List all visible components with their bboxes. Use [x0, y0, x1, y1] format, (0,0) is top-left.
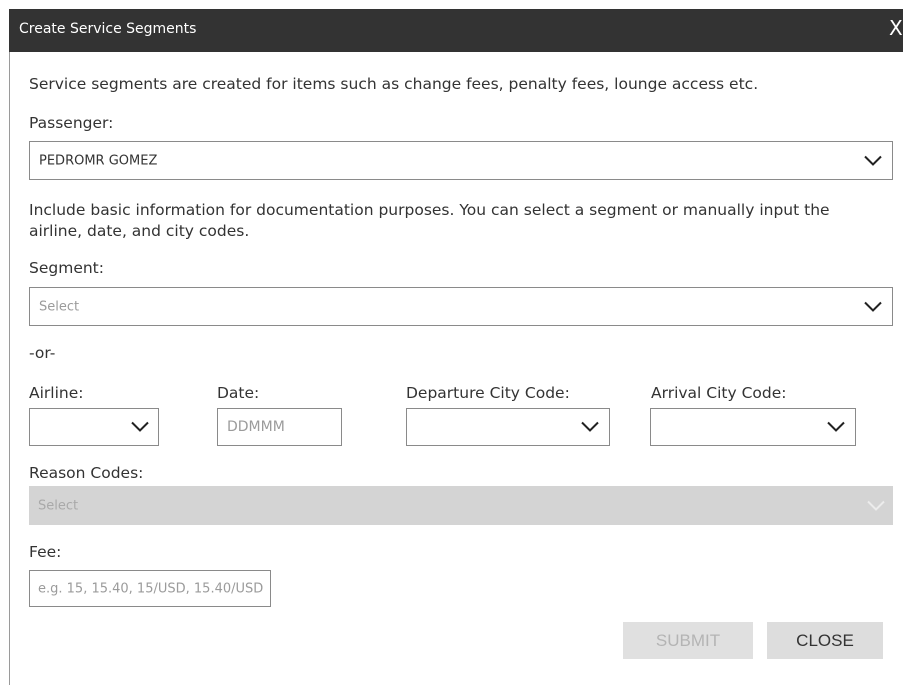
chevron-down-icon	[864, 301, 882, 312]
description-text: Include basic information for documentat…	[29, 201, 830, 240]
close-button[interactable]: CLOSE	[767, 622, 883, 659]
segment-placeholder: Select	[39, 299, 80, 314]
dialog-titlebar: Create Service Segments X	[9, 9, 903, 52]
passenger-value: PEDROMR GOMEZ	[39, 153, 158, 168]
chevron-down-icon	[581, 421, 599, 433]
segment-label: Segment:	[29, 259, 104, 277]
departure-label: Departure City Code:	[406, 384, 570, 402]
date-label: Date:	[217, 384, 260, 402]
chevron-down-icon	[864, 155, 882, 166]
reason-codes-placeholder: Select	[38, 498, 79, 513]
segment-select[interactable]: Select	[29, 287, 893, 326]
chevron-down-icon	[131, 421, 149, 433]
airline-label: Airline:	[29, 384, 84, 402]
airline-select[interactable]	[29, 408, 159, 446]
reason-codes-label: Reason Codes:	[29, 464, 144, 482]
fee-placeholder: e.g. 15, 15.40, 15/USD, 15.40/USD	[38, 581, 264, 596]
dialog-title: Create Service Segments	[19, 21, 197, 37]
submit-button[interactable]: SUBMIT	[623, 622, 753, 659]
or-divider: -or-	[29, 344, 56, 362]
departure-city-select[interactable]	[406, 408, 610, 446]
chevron-down-icon	[827, 421, 845, 433]
intro-text: Service segments are created for items s…	[29, 75, 759, 93]
fee-label: Fee:	[29, 543, 62, 561]
fee-input[interactable]: e.g. 15, 15.40, 15/USD, 15.40/USD	[29, 570, 271, 607]
date-input[interactable]: DDMMM	[217, 408, 342, 446]
arrival-city-select[interactable]	[650, 408, 856, 446]
passenger-label: Passenger:	[29, 114, 114, 132]
reason-codes-select[interactable]: Select	[29, 486, 893, 525]
dialog-border	[9, 52, 10, 685]
passenger-select[interactable]: PEDROMR GOMEZ	[29, 141, 893, 180]
arrival-label: Arrival City Code:	[651, 384, 787, 402]
date-placeholder: DDMMM	[227, 419, 285, 435]
close-icon[interactable]: X	[889, 18, 903, 38]
chevron-down-icon	[867, 500, 885, 511]
